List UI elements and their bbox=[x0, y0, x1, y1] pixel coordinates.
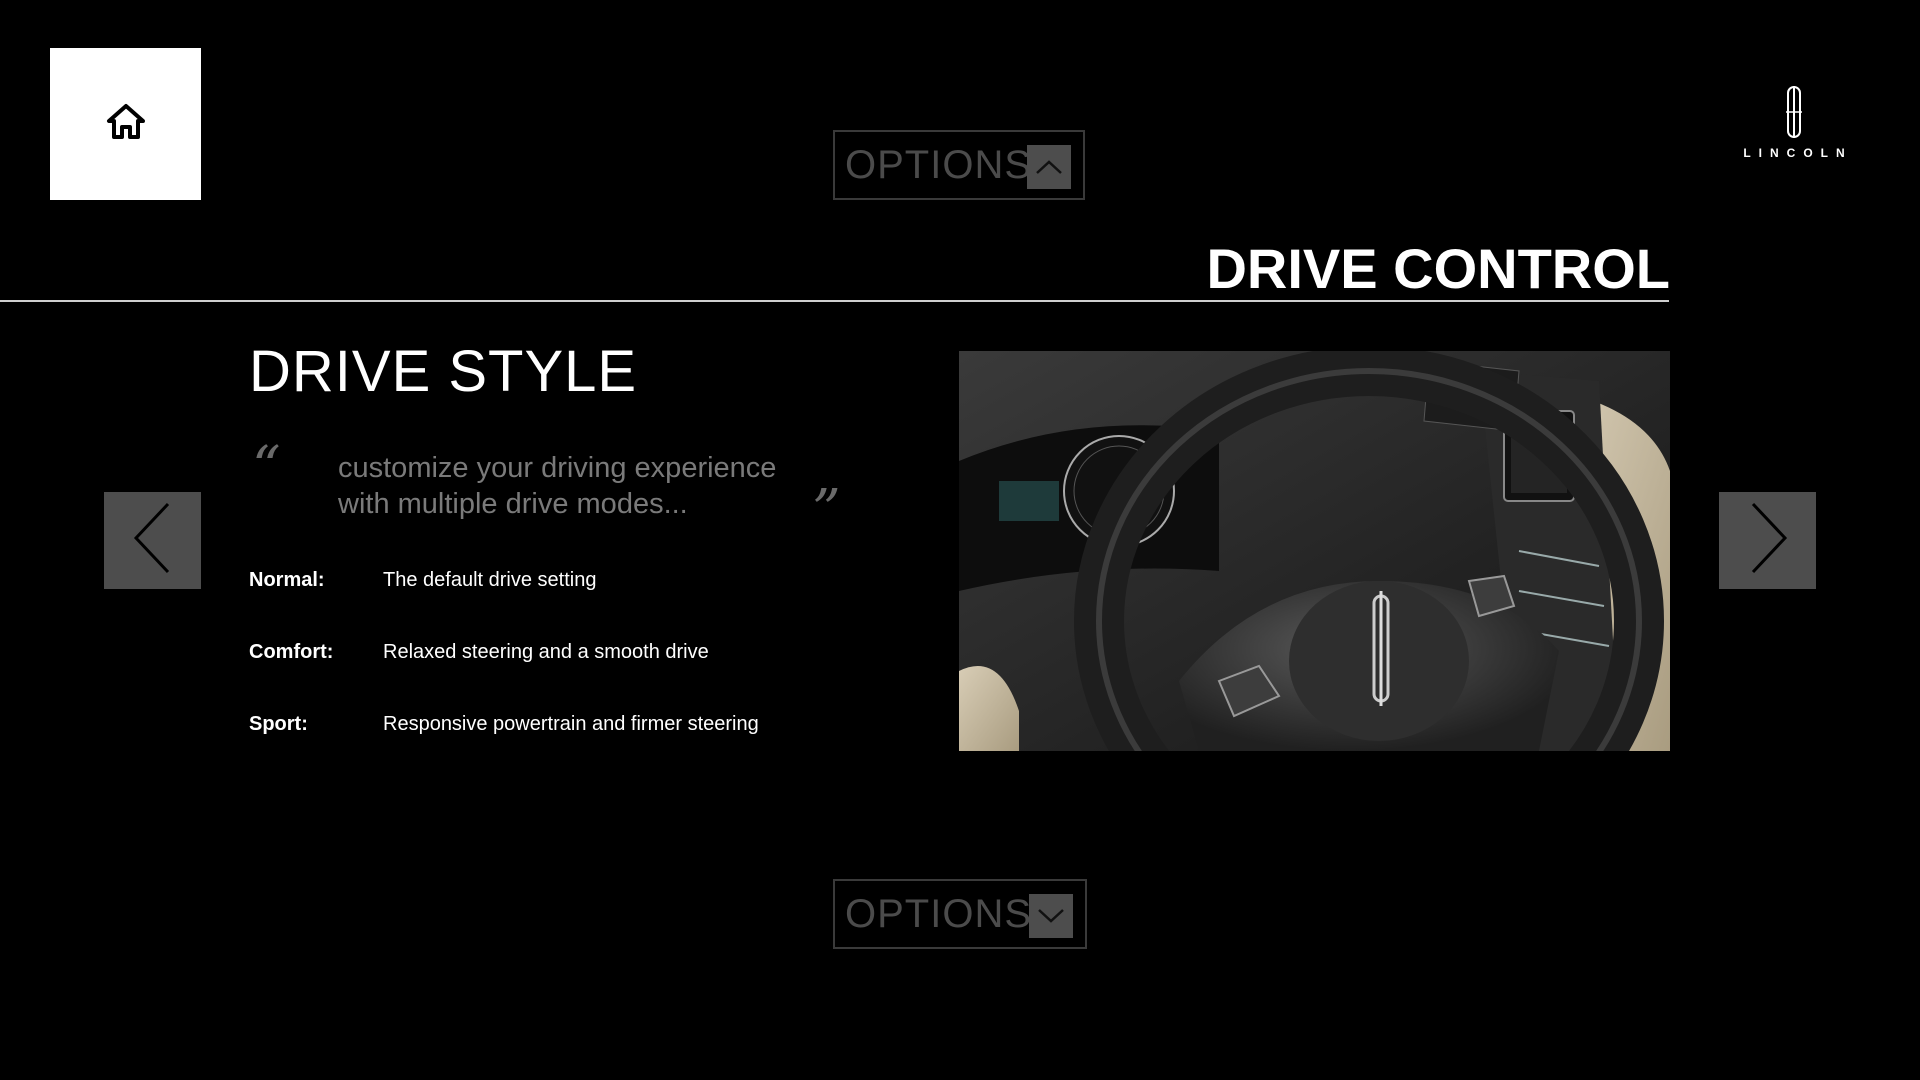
chevron-down-icon bbox=[1029, 894, 1073, 938]
options-collapse-button[interactable]: OPTIONS bbox=[833, 879, 1087, 949]
section-title: DRIVE CONTROL bbox=[1206, 237, 1670, 300]
mode-description: Relaxed steering and a smooth drive bbox=[383, 641, 709, 663]
previous-button[interactable] bbox=[104, 492, 201, 589]
mode-description: The default drive setting bbox=[383, 569, 597, 591]
chevron-left-icon bbox=[128, 500, 178, 581]
quote-close-mark: ” bbox=[812, 478, 841, 543]
options-expand-button[interactable]: OPTIONS bbox=[833, 130, 1085, 200]
quote-line-2: with multiple drive modes... bbox=[338, 488, 688, 520]
quote-open-mark: “ bbox=[252, 435, 281, 500]
home-icon bbox=[106, 103, 146, 146]
title-divider bbox=[0, 300, 1669, 302]
lincoln-star-icon bbox=[1786, 86, 1802, 138]
chevron-right-icon bbox=[1743, 500, 1793, 581]
drive-control-page: OPTIONS LINCOLN DRIVE CONTROL DRIVE STYL… bbox=[0, 0, 1920, 1080]
logo-text: LINCOLN bbox=[1743, 146, 1853, 160]
mode-name: Normal: bbox=[249, 569, 325, 591]
mode-description: Responsive powertrain and firmer steerin… bbox=[383, 713, 759, 735]
home-button[interactable] bbox=[50, 48, 201, 200]
quote-line-1: customize your driving experience bbox=[338, 452, 777, 484]
options-label: OPTIONS bbox=[845, 891, 1033, 936]
lincoln-logo: LINCOLN bbox=[1738, 86, 1850, 170]
mode-name: Comfort: bbox=[249, 641, 334, 663]
options-label: OPTIONS bbox=[845, 142, 1033, 187]
mode-name: Sport: bbox=[249, 713, 308, 735]
page-heading: DRIVE STYLE bbox=[249, 339, 638, 404]
steering-wheel-photo bbox=[959, 351, 1670, 751]
next-button[interactable] bbox=[1719, 492, 1816, 589]
chevron-up-icon bbox=[1027, 145, 1071, 189]
quote-text: customize your driving experience with m… bbox=[338, 450, 838, 522]
